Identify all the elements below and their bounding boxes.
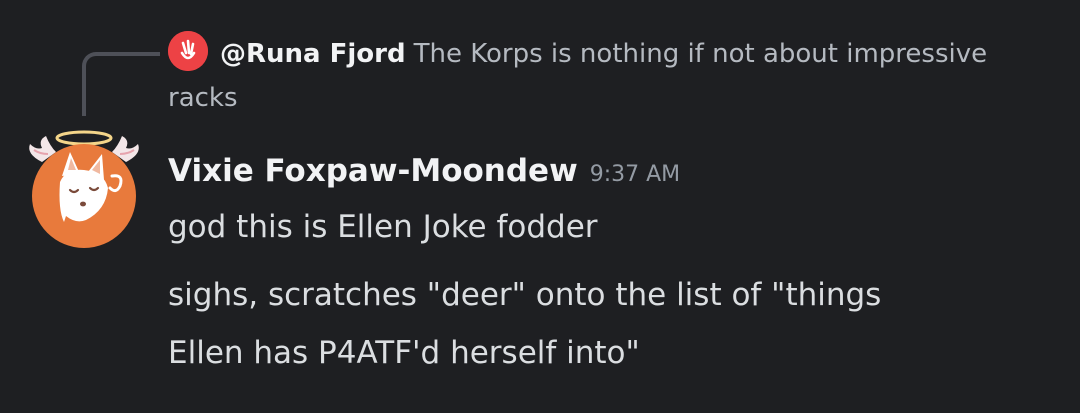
hand-icon — [168, 30, 208, 71]
message-line: sighs, scratches "deer" onto the list of… — [168, 277, 882, 313]
author-avatar[interactable] — [20, 124, 148, 250]
author-name[interactable]: Vixie Foxpaw-Moondew — [168, 153, 578, 189]
message-line: Ellen has P4ATF'd herself into" — [168, 335, 640, 371]
reply-connector — [82, 52, 160, 116]
message-header: Vixie Foxpaw-Moondew 9:37 AM — [168, 146, 680, 198]
timestamp[interactable]: 9:37 AM — [590, 162, 680, 187]
reply-text[interactable]: The Korps is nothing if not about impres… — [414, 39, 988, 69]
chat-message: @Runa Fjord The Korps is nothing if not a… — [0, 0, 1080, 413]
reply-preview[interactable]: @Runa Fjord The Korps is nothing if not a… — [168, 30, 1048, 120]
reply-avatar[interactable] — [168, 30, 208, 71]
reply-text-continued[interactable]: racks — [168, 83, 238, 113]
angel-fox-avatar-icon — [29, 130, 139, 248]
message-line: god this is Ellen Joke fodder — [168, 209, 598, 245]
reply-author[interactable]: @Runa Fjord — [220, 39, 406, 69]
